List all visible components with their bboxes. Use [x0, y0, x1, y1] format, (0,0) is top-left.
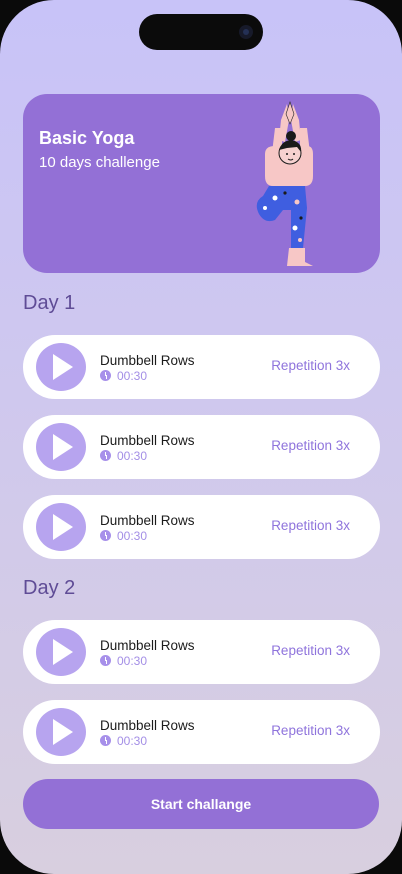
exercise-duration: 00:30 [117, 734, 148, 748]
exercise-duration: 00:30 [117, 449, 148, 463]
exercise-repetition: Repetition 3x [271, 518, 350, 533]
day-heading: Day 1 [23, 292, 76, 314]
exercise-repetition: Repetition 3x [271, 358, 350, 373]
exercise-repetition: Repetition 3x [271, 643, 350, 658]
exercise-name: Dumbbell Rows [100, 718, 195, 733]
exercise-repetition: Repetition 3x [271, 438, 350, 453]
phone-screen: Basic Yoga 10 days challenge Day 1 Dumbb… [0, 0, 402, 874]
exercise-card[interactable]: Dumbbell Rows 00:30 Repetition 3x [23, 495, 380, 559]
exercise-card[interactable]: Dumbbell Rows 00:30 Repetition 3x [23, 620, 380, 684]
play-icon[interactable] [36, 708, 86, 756]
challenge-title: Basic Yoga [39, 128, 135, 148]
yoga-illustration-icon [256, 101, 313, 266]
exercise-name: Dumbbell Rows [100, 638, 195, 653]
play-icon[interactable] [36, 503, 86, 551]
exercise-card[interactable]: Dumbbell Rows 00:30 Repetition 3x [23, 700, 380, 764]
clock-icon [100, 655, 111, 666]
clock-icon [100, 450, 111, 461]
exercise-name: Dumbbell Rows [100, 433, 195, 448]
exercise-card[interactable]: Dumbbell Rows 00:30 Repetition 3x [23, 335, 380, 399]
challenge-banner[interactable]: Basic Yoga 10 days challenge [23, 94, 380, 273]
clock-icon [100, 735, 111, 746]
play-icon[interactable] [36, 343, 86, 391]
day-heading: Day 2 [23, 577, 76, 599]
exercise-name: Dumbbell Rows [100, 513, 195, 528]
start-challenge-button[interactable]: Start challange [23, 779, 379, 829]
exercise-name: Dumbbell Rows [100, 353, 195, 368]
clock-icon [100, 530, 111, 541]
exercise-repetition: Repetition 3x [271, 723, 350, 738]
clock-icon [100, 370, 111, 381]
play-icon[interactable] [36, 423, 86, 471]
exercise-duration: 00:30 [117, 529, 148, 543]
play-icon[interactable] [36, 628, 86, 676]
dynamic-island [139, 14, 263, 50]
exercise-duration: 00:30 [117, 369, 148, 383]
exercise-duration: 00:30 [117, 654, 148, 668]
exercise-card[interactable]: Dumbbell Rows 00:30 Repetition 3x [23, 415, 380, 479]
challenge-subtitle: 10 days challenge [39, 154, 160, 171]
camera-icon [239, 25, 253, 39]
